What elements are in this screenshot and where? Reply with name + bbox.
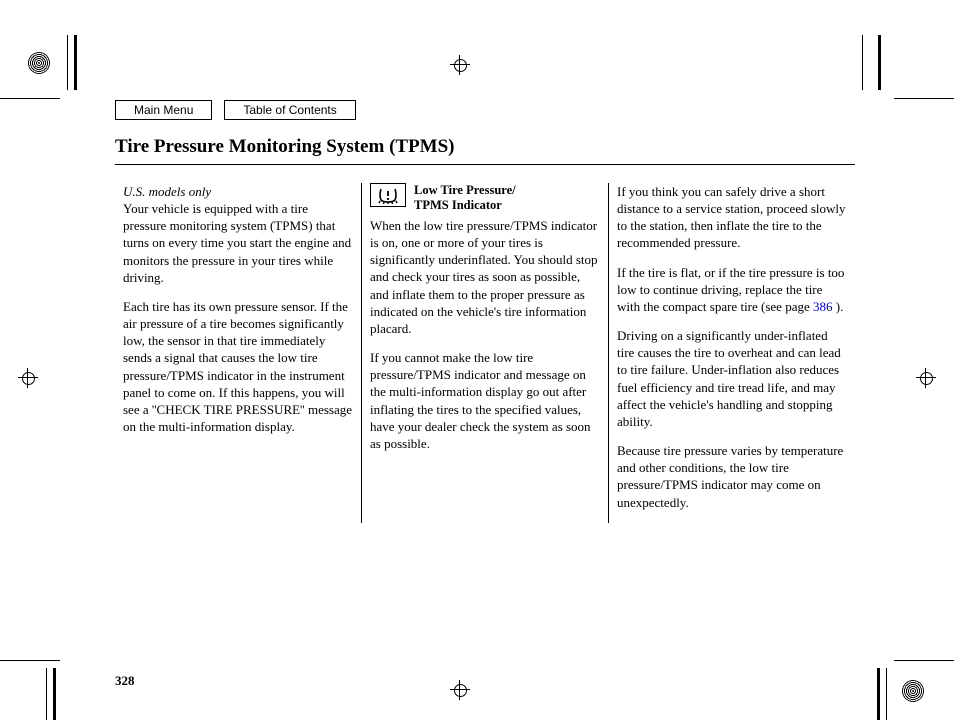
crop-line	[0, 660, 60, 661]
crop-bar	[877, 668, 880, 720]
tpms-icon	[370, 183, 406, 207]
nav-bar: Main Menu Table of Contents	[115, 100, 855, 120]
page-link-386[interactable]: 386	[813, 299, 833, 314]
column-2: Low Tire Pressure/ TPMS Indicator When t…	[361, 183, 608, 523]
model-note: U.S. models only	[123, 184, 211, 199]
registration-rosette-icon	[902, 680, 924, 702]
crop-line	[894, 660, 954, 661]
body-text: If you think you can safely drive a shor…	[617, 183, 847, 252]
page-content: Main Menu Table of Contents Tire Pressur…	[115, 100, 855, 689]
body-text: Your vehicle is equipped with a tire pre…	[123, 200, 353, 286]
column-3: If you think you can safely drive a shor…	[608, 183, 855, 523]
title-rule	[115, 164, 855, 165]
column-layout: U.S. models only Your vehicle is equippe…	[115, 183, 855, 523]
indicator-heading: Low Tire Pressure/ TPMS Indicator	[370, 183, 600, 213]
crop-bar	[74, 35, 77, 90]
crop-line	[0, 98, 60, 99]
column-1: U.S. models only Your vehicle is equippe…	[115, 183, 361, 523]
body-text: If the tire is flat, or if the tire pres…	[617, 264, 847, 315]
page-title: Tire Pressure Monitoring System (TPMS)	[115, 136, 855, 158]
page-number: 328	[115, 673, 855, 689]
body-text: If you cannot make the low tire pressure…	[370, 349, 600, 452]
main-menu-button[interactable]: Main Menu	[115, 100, 212, 120]
body-text: Driving on a significantly under-inflate…	[617, 327, 847, 430]
body-text: Because tire pressure varies by temperat…	[617, 442, 847, 511]
body-text-part: ).	[833, 299, 844, 314]
subheading-line1: Low Tire Pressure/	[414, 183, 516, 197]
body-text: Each tire has its own pressure sensor. I…	[123, 298, 353, 435]
crop-bar	[46, 668, 47, 720]
registration-cross-icon	[450, 55, 470, 75]
crop-bar	[53, 668, 56, 720]
body-text: When the low tire pressure/TPMS indicato…	[370, 217, 600, 337]
registration-cross-icon	[916, 368, 936, 388]
indicator-subheading: Low Tire Pressure/ TPMS Indicator	[414, 183, 516, 213]
crop-bar	[862, 35, 863, 90]
subheading-line2: TPMS Indicator	[414, 198, 502, 212]
registration-cross-icon	[18, 368, 38, 388]
print-sheet: Main Menu Table of Contents Tire Pressur…	[0, 0, 954, 720]
crop-line	[894, 98, 954, 99]
body-text-part: If the tire is flat, or if the tire pres…	[617, 265, 844, 314]
crop-bar	[886, 668, 887, 720]
crop-bar	[878, 35, 881, 90]
toc-button[interactable]: Table of Contents	[224, 100, 355, 120]
crop-bar	[67, 35, 68, 90]
registration-rosette-icon	[28, 52, 50, 74]
